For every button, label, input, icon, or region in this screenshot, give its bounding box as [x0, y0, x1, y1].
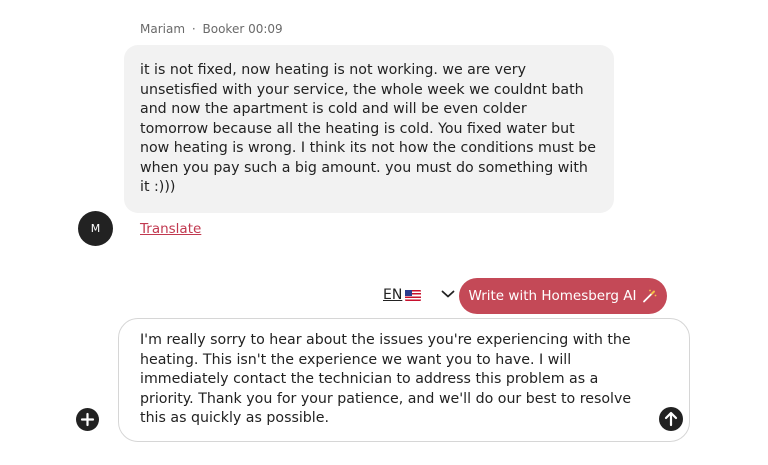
us-flag-icon [405, 290, 422, 301]
composer-input[interactable]: I'm really sorry to hear about the issue… [140, 331, 660, 429]
message-time: 00:09 [248, 22, 283, 36]
message-meta: Mariam · Booker 00:09 [140, 22, 283, 36]
chevron-down-icon[interactable] [441, 289, 455, 299]
arrow-up-icon [664, 411, 678, 427]
ai-button-label: Write with Homesberg AI [468, 288, 637, 304]
message-composer[interactable]: I'm really sorry to hear about the issue… [118, 318, 690, 442]
plus-circle-icon [80, 412, 95, 427]
message-bubble: it is not fixed, now heating is not work… [124, 45, 614, 213]
meta-separator: · [191, 22, 196, 36]
magic-wand-icon [642, 289, 656, 303]
chat-view: Mariam · Booker 00:09 it is not fixed, n… [0, 0, 768, 465]
avatar: M [78, 211, 113, 246]
write-with-ai-button[interactable]: Write with Homesberg AI [459, 278, 667, 314]
sender-name: Mariam [140, 22, 186, 36]
language-selector[interactable]: EN [383, 287, 422, 303]
add-attachment-button[interactable] [76, 408, 99, 431]
send-button[interactable] [659, 407, 683, 431]
sender-role: Booker [202, 22, 245, 36]
translate-link[interactable]: Translate [140, 221, 201, 237]
language-code: EN [383, 287, 403, 303]
